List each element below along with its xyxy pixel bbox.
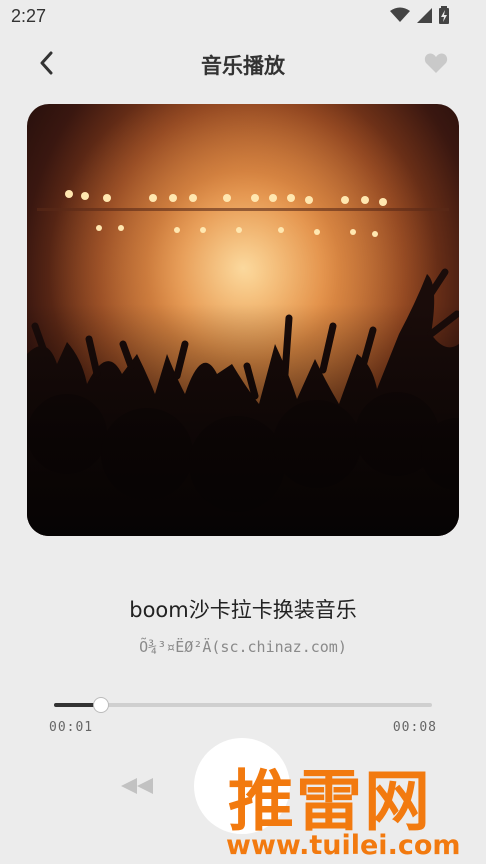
watermark-url: www.tuilei.com: [226, 830, 461, 861]
signal-icon: [417, 8, 432, 23]
progress-slider[interactable]: [54, 697, 432, 713]
battery-icon: [439, 6, 449, 24]
heart-icon: [424, 53, 448, 73]
page-title: 音乐播放: [201, 54, 285, 78]
progress-thumb[interactable]: [93, 697, 110, 713]
watermark: 推雷网 www.tuilei.com: [218, 748, 486, 864]
header: 音乐播放: [0, 40, 486, 84]
song-artist: Õ¾³¤ËØ²Ä(sc.chinaz.com): [139, 638, 347, 656]
current-time: 00:01: [49, 720, 94, 735]
status-icons: [390, 6, 450, 24]
rewind-icon: [121, 778, 153, 794]
previous-button[interactable]: [119, 776, 155, 796]
status-time: 2:27: [11, 6, 47, 26]
album-cover: [27, 104, 459, 536]
concert-image: [27, 104, 459, 536]
status-bar: 2:27: [0, 0, 486, 34]
wifi-icon: [390, 7, 410, 22]
total-time: 00:08: [392, 720, 437, 735]
favorite-button[interactable]: [424, 52, 448, 74]
song-title: boom沙卡拉卡换装音乐: [129, 598, 357, 622]
